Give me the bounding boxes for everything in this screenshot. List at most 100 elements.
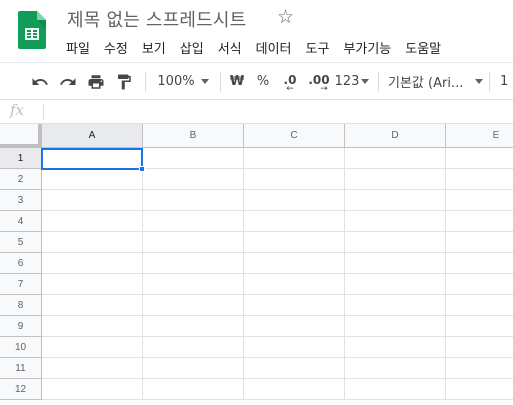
cell-b6[interactable] (143, 253, 244, 274)
cell-e3[interactable] (446, 190, 513, 211)
cell-a12[interactable] (42, 379, 143, 400)
row-header-6[interactable]: 6 (0, 253, 42, 274)
cell-b4[interactable] (143, 211, 244, 232)
cell-b2[interactable] (143, 169, 244, 190)
menu-insert[interactable]: 삽입 (173, 36, 211, 58)
cell-d8[interactable] (345, 295, 446, 316)
cell-b10[interactable] (143, 337, 244, 358)
cell-e5[interactable] (446, 232, 513, 253)
row-header-4[interactable]: 4 (0, 211, 42, 232)
row-header-9[interactable]: 9 (0, 316, 42, 337)
cell-c11[interactable] (244, 358, 345, 379)
cell-d12[interactable] (345, 379, 446, 400)
cell-b11[interactable] (143, 358, 244, 379)
cell-d10[interactable] (345, 337, 446, 358)
google-sheets-logo-icon[interactable] (18, 11, 46, 49)
row-header-11[interactable]: 11 (0, 358, 42, 379)
cell-d2[interactable] (345, 169, 446, 190)
cell-c12[interactable] (244, 379, 345, 400)
undo-icon[interactable] (28, 63, 52, 100)
decrease-decimal-button[interactable]: .0 ← (278, 63, 302, 100)
paint-format-icon[interactable] (112, 63, 136, 100)
cell-a10[interactable] (42, 337, 143, 358)
row-header-2[interactable]: 2 (0, 169, 42, 190)
cell-e11[interactable] (446, 358, 513, 379)
column-header-e[interactable]: E (446, 124, 513, 148)
column-header-d[interactable]: D (345, 124, 446, 148)
column-header-b[interactable]: B (143, 124, 244, 148)
cell-d5[interactable] (345, 232, 446, 253)
cell-e10[interactable] (446, 337, 513, 358)
cell-c2[interactable] (244, 169, 345, 190)
menu-addons[interactable]: 부가기능 (336, 36, 398, 58)
formula-input[interactable] (44, 100, 513, 123)
cell-a5[interactable] (42, 232, 143, 253)
row-header-1[interactable]: 1 (0, 148, 42, 169)
menu-file[interactable]: 파일 (59, 36, 97, 58)
row-header-5[interactable]: 5 (0, 232, 42, 253)
cell-a2[interactable] (42, 169, 143, 190)
column-header-a[interactable]: A (42, 124, 143, 148)
star-icon[interactable]: ☆ (277, 6, 294, 28)
active-cell-selection[interactable] (41, 148, 143, 170)
cell-c10[interactable] (244, 337, 345, 358)
cell-e6[interactable] (446, 253, 513, 274)
cell-a4[interactable] (42, 211, 143, 232)
cell-e8[interactable] (446, 295, 513, 316)
cell-b7[interactable] (143, 274, 244, 295)
row-header-8[interactable]: 8 (0, 295, 42, 316)
cell-e9[interactable] (446, 316, 513, 337)
menu-data[interactable]: 데이터 (249, 36, 299, 58)
column-header-c[interactable]: C (244, 124, 345, 148)
cell-d4[interactable] (345, 211, 446, 232)
fill-handle[interactable] (139, 166, 145, 172)
print-icon[interactable] (84, 63, 108, 100)
cell-d1[interactable] (345, 148, 446, 169)
cell-b3[interactable] (143, 190, 244, 211)
select-all-corner[interactable] (0, 124, 42, 148)
cell-e12[interactable] (446, 379, 513, 400)
row-header-7[interactable]: 7 (0, 274, 42, 295)
menu-edit[interactable]: 수정 (97, 36, 135, 58)
font-family-select[interactable]: 기본값 (Ari... (388, 63, 484, 100)
menu-help[interactable]: 도움말 (398, 36, 448, 58)
row-header-3[interactable]: 3 (0, 190, 42, 211)
cell-d7[interactable] (345, 274, 446, 295)
row-header-10[interactable]: 10 (0, 337, 42, 358)
cell-b1[interactable] (143, 148, 244, 169)
cell-c7[interactable] (244, 274, 345, 295)
cell-d9[interactable] (345, 316, 446, 337)
cell-a11[interactable] (42, 358, 143, 379)
cell-a7[interactable] (42, 274, 143, 295)
increase-decimal-button[interactable]: .00 → (305, 63, 333, 100)
menu-format[interactable]: 서식 (211, 36, 249, 58)
cell-b9[interactable] (143, 316, 244, 337)
menu-view[interactable]: 보기 (135, 36, 173, 58)
cell-e4[interactable] (446, 211, 513, 232)
cell-b8[interactable] (143, 295, 244, 316)
cell-a3[interactable] (42, 190, 143, 211)
cell-c9[interactable] (244, 316, 345, 337)
currency-format-button[interactable]: ₩ (226, 63, 248, 100)
cell-a9[interactable] (42, 316, 143, 337)
percent-format-button[interactable]: % (252, 63, 274, 100)
document-title[interactable]: 제목 없는 스프레드시트 (67, 6, 246, 32)
cell-c6[interactable] (244, 253, 345, 274)
cell-e2[interactable] (446, 169, 513, 190)
cell-d3[interactable] (345, 190, 446, 211)
redo-icon[interactable] (56, 63, 80, 100)
cell-c3[interactable] (244, 190, 345, 211)
more-formats-select[interactable]: 123 (335, 63, 370, 100)
cell-c8[interactable] (244, 295, 345, 316)
cell-a6[interactable] (42, 253, 143, 274)
row-header-12[interactable]: 12 (0, 379, 42, 400)
cell-c4[interactable] (244, 211, 345, 232)
zoom-select[interactable]: 100% (152, 63, 214, 100)
cell-c1[interactable] (244, 148, 345, 169)
cell-d6[interactable] (345, 253, 446, 274)
cell-b12[interactable] (143, 379, 244, 400)
menu-tools[interactable]: 도구 (299, 36, 337, 58)
cell-b5[interactable] (143, 232, 244, 253)
cell-e7[interactable] (446, 274, 513, 295)
cell-e1[interactable] (446, 148, 513, 169)
